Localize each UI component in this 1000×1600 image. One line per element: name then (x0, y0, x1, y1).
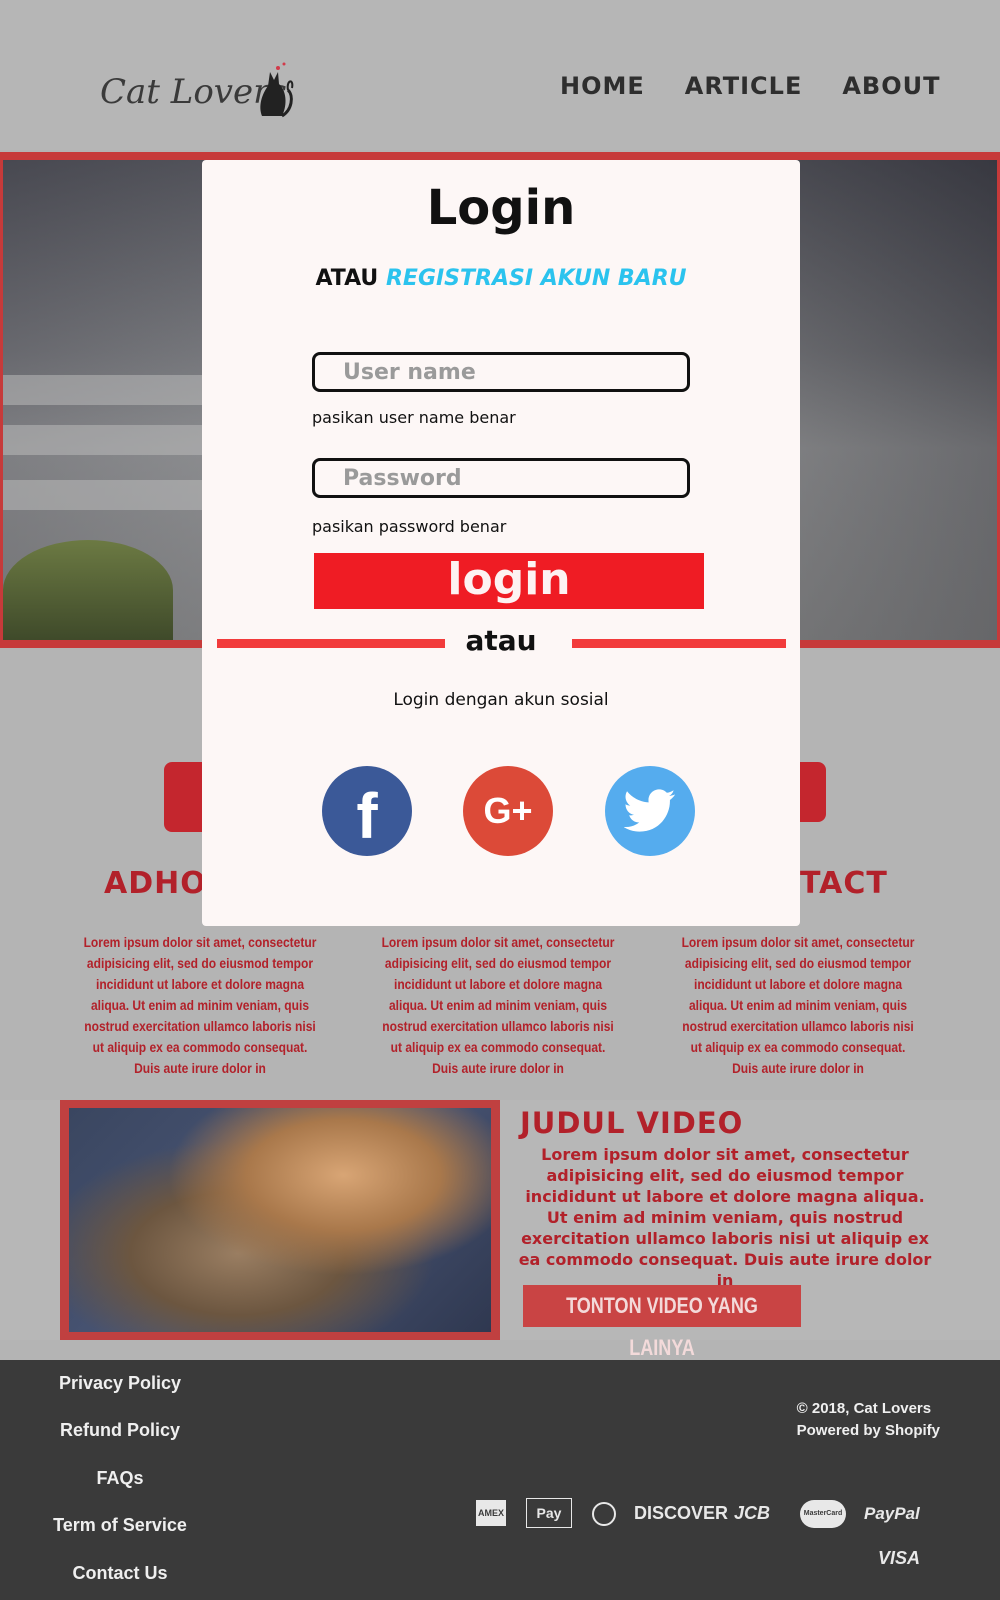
feature-text-1: Lorem ipsum dolor sit amet, consectetur … (83, 934, 317, 1076)
login-modal: Login ATAU REGISTRASI AKUN BARU pasikan … (202, 160, 800, 926)
footer-link-privacy[interactable]: Privacy Policy (40, 1373, 200, 1394)
feature-title-3: TACT (800, 866, 888, 901)
password-hint: pasikan password benar (312, 517, 507, 536)
video-thumbnail[interactable] (69, 1108, 491, 1332)
username-hint: pasikan user name benar (312, 408, 516, 427)
footer-copyright: © 2018, Cat Lovers Powered by Shopify (797, 1398, 940, 1442)
twitter-icon (624, 789, 676, 832)
apple-pay-icon: Pay (526, 1498, 572, 1528)
password-input[interactable] (312, 458, 690, 498)
facebook-button[interactable]: f (322, 766, 412, 856)
footer-link-contact[interactable]: Contact Us (40, 1563, 200, 1584)
powered-by-text: Powered by Shopify (796, 1422, 940, 1439)
hero-step (3, 425, 233, 455)
modal-title: Login (426, 180, 576, 236)
hero-grass (3, 540, 173, 640)
discover-icon: DISCOVER (634, 1503, 729, 1523)
jcb-icon: JCB (734, 1503, 771, 1523)
more-videos-label: TONTON VIDEO YANG LAINYA (566, 1293, 758, 1360)
nav-about[interactable]: ABOUT (842, 72, 940, 100)
visa-icon: VISA (878, 1548, 921, 1568)
footer-link-terms[interactable]: Term of Service (40, 1515, 200, 1536)
footer-link-refund[interactable]: Refund Policy (40, 1420, 200, 1441)
nav-article[interactable]: ARTICLE (685, 72, 803, 100)
google-plus-icon: G+ (483, 790, 533, 831)
register-link[interactable]: REGISTRASI AKUN BARU (386, 266, 687, 291)
nav-home[interactable]: HOME (560, 72, 645, 100)
login-button[interactable]: login (314, 553, 704, 609)
main-nav: HOME ARTICLE ABOUT (560, 72, 940, 100)
video-text: Lorem ipsum dolor sit amet, consectetur … (518, 1145, 932, 1290)
username-input[interactable] (312, 352, 690, 392)
hero-step (3, 480, 213, 510)
cat-icon (260, 62, 294, 118)
register-line: ATAU REGISTRASI AKUN BARU (202, 266, 800, 291)
copyright-text: © 2018, Cat Lovers (796, 1400, 932, 1417)
divider-text: atau (465, 624, 537, 657)
social-login-text: Login dengan akun sosial (393, 690, 609, 710)
register-prefix: ATAU (315, 266, 386, 291)
feature-text-2: Lorem ipsum dolor sit amet, consectetur … (381, 934, 615, 1076)
more-videos-button[interactable]: TONTON VIDEO YANG LAINYA (523, 1285, 801, 1360)
diners-club-icon (592, 1502, 616, 1526)
twitter-button[interactable] (605, 766, 695, 856)
feature-text-3: Lorem ipsum dolor sit amet, consectetur … (681, 934, 915, 1076)
video-title: JUDUL VIDEO (520, 1106, 744, 1140)
footer-link-faqs[interactable]: FAQs (40, 1468, 200, 1489)
mastercard-icon: MasterCard (800, 1500, 846, 1528)
amex-icon: AMEX (476, 1500, 506, 1526)
paypal-icon: PayPal (864, 1504, 920, 1523)
google-plus-button[interactable]: G+ (463, 766, 553, 856)
facebook-icon: f (356, 780, 378, 852)
